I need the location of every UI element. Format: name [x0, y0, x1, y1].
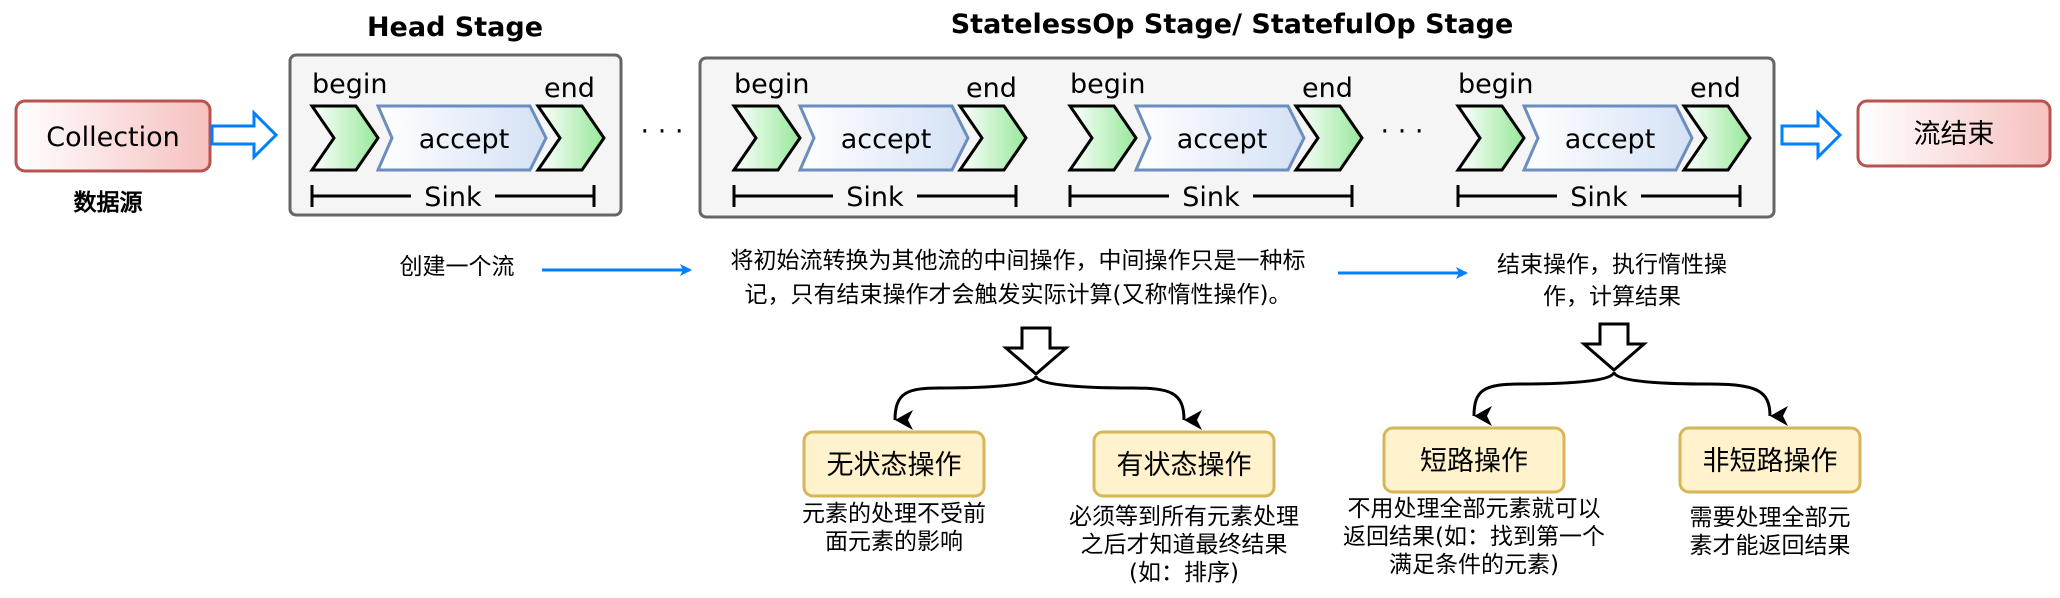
accept-label: accept	[1177, 124, 1268, 155]
branch-non-short-circuit	[1612, 371, 1789, 426]
op-stage-title: StatelessOp Stage/ StatefulOp Stage	[951, 9, 1514, 40]
stateful-desc-line-1: 必须等到所有元素处理	[1069, 504, 1299, 530]
stateless-desc-line-2: 面元素的影响	[825, 529, 963, 555]
stream-end-label: 流结束	[1914, 119, 1995, 150]
begin-label: begin	[1070, 69, 1146, 100]
head-stage-title: Head Stage	[367, 12, 543, 43]
begin-label: begin	[1458, 69, 1534, 100]
intermediate-description-line-2: 记，只有结束操作才会触发实际计算(又称惰性操作)。	[745, 282, 1292, 308]
sink-label: Sink	[1570, 182, 1628, 213]
stateful-desc-line-2: 之后才知道最终结果	[1081, 532, 1288, 558]
stream-pipeline-diagram: Head Stage StatelessOp Stage/ StatefulOp…	[14, 9, 2052, 586]
head-description: 创建一个流	[400, 254, 515, 280]
begin-label: begin	[312, 69, 388, 100]
branch-short-circuit	[1472, 371, 1616, 427]
non-short-circuit-desc-line-2: 素才能返回结果	[1690, 533, 1851, 559]
source-flow-arrow	[210, 109, 279, 161]
intermediate-description-line-1: 将初始流转换为其他流的中间操作，中间操作只是一种标	[731, 248, 1306, 274]
terminal-flow-arrow	[1780, 109, 1843, 161]
end-label: end	[544, 73, 595, 104]
short-circuit-op-label: 短路操作	[1420, 446, 1528, 477]
stage-ellipsis: · · ·	[641, 116, 684, 147]
non-short-circuit-op-label: 非短路操作	[1703, 446, 1838, 477]
stateless-op-label: 无状态操作	[827, 450, 962, 481]
branch-stateful	[1034, 375, 1203, 430]
sink-label: Sink	[846, 182, 904, 213]
sink-label: Sink	[424, 182, 482, 213]
end-label: end	[1690, 73, 1741, 104]
sink-label: Sink	[1182, 182, 1240, 213]
begin-label: begin	[734, 69, 810, 100]
stateful-op-label: 有状态操作	[1117, 450, 1252, 481]
terminal-description-line-2: 作，计算结果	[1543, 284, 1681, 310]
terminal-description-line-1: 结束操作，执行惰性操	[1497, 252, 1727, 278]
data-source-caption: 数据源	[74, 190, 143, 216]
short-circuit-desc-line-2: 返回结果(如：找到第一个	[1343, 524, 1605, 550]
short-circuit-desc-line-3: 满足条件的元素)	[1389, 552, 1559, 578]
unit-ellipsis: · · ·	[1381, 116, 1424, 147]
non-short-circuit-desc-line-1: 需要处理全部元	[1690, 505, 1851, 531]
accept-label: accept	[1565, 124, 1656, 155]
terminal-split-arrow	[1579, 322, 1649, 372]
end-label: end	[1302, 73, 1353, 104]
stateless-desc-line-1: 元素的处理不受前	[802, 501, 986, 527]
collection-label: Collection	[46, 122, 180, 153]
accept-label: accept	[841, 124, 932, 155]
accept-label: accept	[419, 124, 510, 155]
intermediate-split-arrow	[1001, 326, 1071, 376]
branch-stateless	[893, 375, 1038, 431]
end-label: end	[966, 73, 1017, 104]
stateful-desc-line-3: (如：排序)	[1129, 560, 1239, 586]
short-circuit-desc-line-1: 不用处理全部元素就可以	[1348, 496, 1601, 522]
